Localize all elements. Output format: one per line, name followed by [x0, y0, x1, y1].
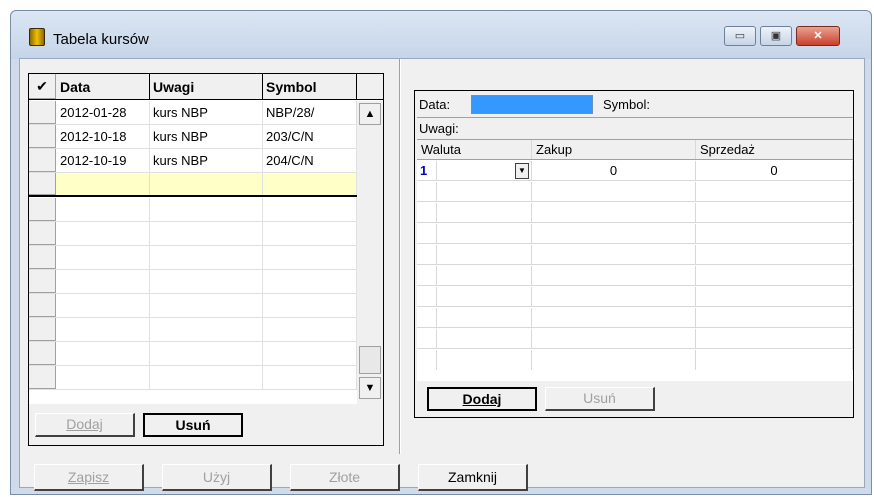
cell-uwagi[interactable]: kurs NBP [150, 149, 263, 172]
empty-row[interactable] [417, 245, 853, 265]
empty-row[interactable] [29, 294, 383, 318]
empty-row[interactable] [29, 270, 383, 294]
empty-row[interactable] [417, 308, 853, 328]
window-title: Tabela kursów [53, 31, 149, 48]
add-rate-button: Dodaj [35, 413, 135, 437]
use-label: Użyj [202, 469, 231, 485]
empty-row[interactable] [29, 318, 383, 342]
rates-list-panel: ✔ Data Uwagi Symbol 2012-01-28 kurs NBP … [28, 73, 384, 446]
cell-data[interactable] [57, 173, 150, 195]
cell-data[interactable]: 2012-10-18 [57, 125, 150, 148]
empty-row[interactable] [29, 246, 383, 270]
scroll-up-icon[interactable]: ▲ [359, 103, 381, 125]
row-header[interactable] [29, 101, 56, 124]
empty-row[interactable] [417, 329, 853, 349]
add-currency-label: Dodaj [462, 391, 502, 407]
empty-row[interactable] [29, 222, 383, 246]
cell-symbol[interactable]: 204/C/N [263, 149, 357, 172]
zlote-label: Złote [328, 469, 361, 485]
vertical-separator [399, 59, 401, 454]
add-currency-button[interactable]: Dodaj [427, 387, 537, 411]
currency-grid: Waluta Zakup Sprzedaż 1 ▼ 0 0 [417, 139, 853, 381]
use-button: Użyj [162, 464, 272, 491]
grid-header: ✔ Data Uwagi Symbol [29, 74, 383, 100]
title-bar[interactable]: Tabela kursów ▭ ▣ ✕ [11, 11, 871, 59]
currency-grid-header: Waluta Zakup Sprzedaż [417, 140, 853, 160]
main-window: Tabela kursów ▭ ▣ ✕ ✔ Data Uwagi Symbol … [10, 10, 872, 495]
chevron-down-icon[interactable]: ▼ [515, 163, 529, 179]
zlote-button: Złote [290, 464, 400, 491]
delete-rate-button[interactable]: Usuń [143, 413, 243, 437]
delete-currency-label: Usuń [583, 390, 616, 406]
checkmark-icon: ✔ [29, 74, 56, 99]
cell-symbol[interactable] [263, 173, 357, 195]
new-row-selected[interactable] [29, 173, 383, 197]
column-header-symbol[interactable]: Symbol [263, 74, 357, 99]
save-button: Zapisz [34, 464, 144, 491]
add-rate-label: Dodaj [66, 416, 103, 432]
empty-row[interactable] [417, 182, 853, 202]
table-row[interactable]: 2012-10-18 kurs NBP 203/C/N [29, 125, 383, 149]
column-header-zakup[interactable]: Zakup [532, 140, 696, 159]
symbol-label: Symbol: [603, 97, 650, 112]
column-header-data[interactable]: Data [57, 74, 150, 99]
close-dialog-button[interactable]: Zamknij [418, 464, 528, 491]
empty-row[interactable] [29, 198, 383, 222]
empty-row[interactable] [417, 266, 853, 286]
delete-currency-button: Usuń [545, 387, 655, 411]
save-label: Zapisz [67, 469, 110, 485]
cell-symbol[interactable]: NBP/28/ [263, 101, 357, 124]
cell-uwagi[interactable] [150, 173, 263, 195]
empty-row[interactable] [29, 366, 383, 390]
minimize-button[interactable]: ▭ [724, 26, 756, 46]
uwagi-label: Uwagi: [419, 121, 459, 136]
data-label: Data: [419, 97, 451, 112]
table-row[interactable]: 2012-10-19 kurs NBP 204/C/N [29, 149, 383, 173]
row-header[interactable] [29, 125, 56, 148]
empty-row[interactable] [29, 342, 383, 366]
rates-grid: ✔ Data Uwagi Symbol 2012-01-28 kurs NBP … [29, 74, 383, 404]
column-header-waluta[interactable]: Waluta [417, 140, 532, 159]
close-button[interactable]: ✕ [796, 26, 840, 46]
waluta-select[interactable]: ▼ [437, 161, 532, 180]
row-header[interactable] [29, 149, 56, 172]
sprzedaz-cell[interactable]: 0 [696, 161, 853, 180]
column-header-sprzedaz[interactable]: Sprzedaż [696, 140, 853, 159]
table-row[interactable]: 2012-01-28 kurs NBP NBP/28/ [29, 101, 383, 125]
cell-data[interactable]: 2012-10-19 [57, 149, 150, 172]
app-icon [29, 28, 45, 46]
data-input[interactable] [471, 95, 593, 114]
vertical-scrollbar[interactable]: ▲ ▼ [357, 101, 383, 404]
cell-uwagi[interactable]: kurs NBP [150, 101, 263, 124]
cell-data[interactable]: 2012-01-28 [57, 101, 150, 124]
row-index: 1 [417, 161, 437, 180]
cell-uwagi[interactable]: kurs NBP [150, 125, 263, 148]
zakup-cell[interactable]: 0 [532, 161, 696, 180]
empty-row[interactable] [417, 224, 853, 244]
scroll-thumb[interactable] [359, 346, 381, 374]
scroll-down-icon[interactable]: ▼ [359, 377, 381, 399]
maximize-button[interactable]: ▣ [760, 26, 792, 46]
empty-row[interactable] [417, 203, 853, 223]
client-area: ✔ Data Uwagi Symbol 2012-01-28 kurs NBP … [19, 58, 865, 491]
currency-row[interactable]: 1 ▼ 0 0 [417, 161, 853, 181]
cell-symbol[interactable]: 203/C/N [263, 125, 357, 148]
close-dialog-label: Zamknij [447, 469, 497, 485]
row-header[interactable] [29, 173, 56, 195]
delete-rate-label: Usuń [175, 417, 211, 433]
column-header-uwagi[interactable]: Uwagi [150, 74, 263, 99]
empty-row[interactable] [417, 350, 853, 370]
rate-detail-panel: Data: Symbol: Uwagi: Waluta Zakup Sprzed… [414, 90, 854, 418]
empty-row[interactable] [417, 287, 853, 307]
divider [417, 117, 853, 118]
